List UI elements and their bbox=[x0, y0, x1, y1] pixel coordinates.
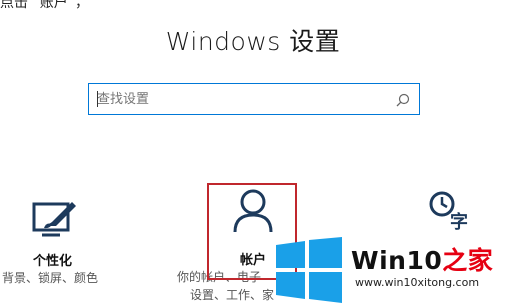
watermark-text-suffix: 之家 bbox=[442, 246, 494, 275]
text-cursor bbox=[97, 91, 98, 107]
page-title: Windows 设置 bbox=[165, 27, 341, 56]
watermark-text: Win10之家 bbox=[351, 241, 493, 277]
personalization-icon bbox=[32, 200, 78, 242]
tile-personalization[interactable]: 个性化 背景、锁屏、颜色 bbox=[0, 195, 120, 290]
tile-personalization-desc: 背景、锁屏、颜色 bbox=[2, 271, 99, 285]
tile-accounts-desc-line2: 设置、工作、家 bbox=[190, 288, 275, 302]
search-box[interactable] bbox=[88, 83, 420, 115]
watermark-text-prefix: Win10 bbox=[351, 246, 443, 275]
search-icon[interactable] bbox=[396, 92, 410, 111]
top-text-fragment: 点击 “账户”， bbox=[0, 0, 89, 11]
windows-logo-icon bbox=[274, 237, 344, 307]
tile-personalization-title: 个性化 bbox=[33, 254, 73, 269]
tile-time-language[interactable]: 字 bbox=[420, 188, 506, 238]
time-language-icon: 字 bbox=[428, 190, 470, 234]
svg-text:字: 字 bbox=[450, 211, 468, 230]
watermark: Win10之家 www.win10xitong.com bbox=[266, 235, 506, 307]
watermark-url: www.win10xitong.com bbox=[355, 276, 480, 289]
search-input[interactable] bbox=[97, 84, 387, 114]
